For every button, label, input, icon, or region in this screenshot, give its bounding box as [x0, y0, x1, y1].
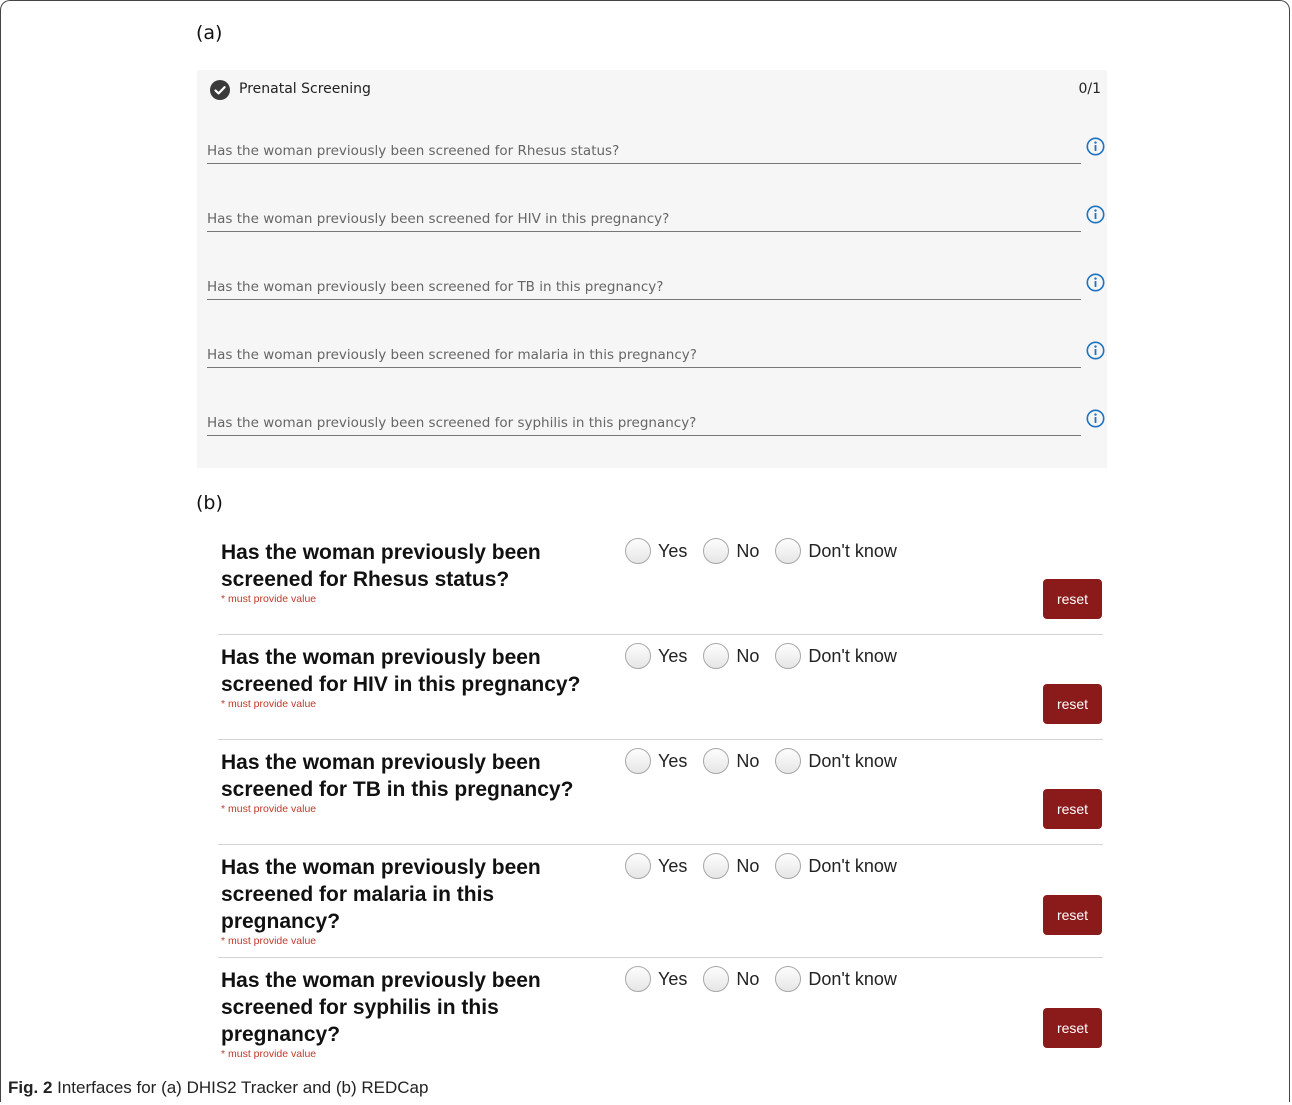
check-circle-icon: [210, 80, 230, 100]
question-label: Has the woman previously been screened f…: [221, 646, 581, 696]
panel-a-label: (a): [196, 22, 223, 44]
dhis-field-hiv[interactable]: Has the woman previously been screened f…: [207, 183, 1081, 232]
figure-caption: Fig. 2 Interfaces for (a) DHIS2 Tracker …: [8, 1078, 428, 1098]
required-note: * must provide value: [221, 1048, 317, 1060]
option-label: Yes: [658, 645, 688, 666]
radio-dont-know[interactable]: [775, 748, 802, 774]
info-icon[interactable]: [1086, 409, 1105, 428]
info-icon[interactable]: [1086, 341, 1105, 360]
option-label: Yes: [658, 540, 688, 561]
radio-dont-know[interactable]: [775, 643, 802, 669]
dhis-field-syphilis[interactable]: Has the woman previously been screened f…: [207, 387, 1081, 436]
redcap-question-row: Has the woman previously been screened f…: [218, 642, 1103, 740]
radio-yes[interactable]: [625, 748, 651, 774]
question-label: Has the woman previously been screened f…: [221, 969, 541, 1046]
question-label: Has the woman previously been screened f…: [221, 541, 541, 591]
option-label: Don't know: [808, 968, 897, 989]
reset-button[interactable]: reset: [1043, 579, 1102, 619]
reset-button[interactable]: reset: [1043, 789, 1102, 829]
required-note: * must provide value: [221, 803, 317, 815]
option-label: Don't know: [808, 645, 897, 666]
option-label: Don't know: [808, 855, 897, 876]
radio-group: Yes No Don't know: [625, 642, 913, 670]
panel-b-label: (b): [196, 492, 223, 514]
question-text: Has the woman previously been screened f…: [221, 967, 581, 1060]
radio-yes[interactable]: [625, 966, 651, 992]
section-title: Prenatal Screening: [239, 81, 371, 97]
radio-dont-know[interactable]: [775, 538, 802, 564]
option-label: Don't know: [808, 540, 897, 561]
required-note: * must provide value: [221, 935, 317, 947]
radio-group: Yes No Don't know: [625, 852, 913, 880]
reset-button[interactable]: reset: [1043, 895, 1102, 935]
radio-no[interactable]: [703, 853, 730, 879]
question-label: Has the woman previously been screened f…: [221, 856, 541, 933]
radio-group: Yes No Don't know: [625, 965, 913, 993]
radio-no[interactable]: [703, 748, 730, 774]
question-label: Has the woman previously been screened f…: [221, 751, 574, 801]
radio-yes[interactable]: [625, 538, 651, 564]
redcap-question-row: Has the woman previously been screened f…: [218, 852, 1103, 958]
caption-text: Interfaces for (a) DHIS2 Tracker and (b)…: [52, 1078, 429, 1097]
question-text: Has the woman previously been screened f…: [221, 854, 581, 947]
question-text: Has the woman previously been screened f…: [221, 644, 581, 710]
field-label: Has the woman previously been screened f…: [207, 211, 670, 227]
reset-button[interactable]: reset: [1043, 1008, 1102, 1048]
figure-number: Fig. 2: [8, 1078, 53, 1097]
option-label: No: [736, 855, 760, 876]
question-text: Has the woman previously been screened f…: [221, 749, 581, 815]
option-label: Yes: [658, 750, 688, 771]
radio-yes[interactable]: [625, 853, 651, 879]
question-text: Has the woman previously been screened f…: [221, 539, 581, 605]
radio-dont-know[interactable]: [775, 853, 802, 879]
section-header[interactable]: Prenatal Screening 0/1: [197, 70, 1107, 110]
redcap-question-row: Has the woman previously been screened f…: [218, 965, 1103, 1067]
redcap-question-row: Has the woman previously been screened f…: [218, 537, 1103, 635]
dhis-field-rhesus[interactable]: Has the woman previously been screened f…: [207, 115, 1081, 164]
info-icon[interactable]: [1086, 205, 1105, 224]
dhis2-form-section: Prenatal Screening 0/1 Has the woman pre…: [197, 70, 1107, 468]
info-icon[interactable]: [1086, 137, 1105, 156]
dhis-field-malaria[interactable]: Has the woman previously been screened f…: [207, 319, 1081, 368]
option-label: No: [736, 968, 760, 989]
field-label: Has the woman previously been screened f…: [207, 347, 697, 363]
radio-group: Yes No Don't know: [625, 747, 913, 775]
required-note: * must provide value: [221, 698, 317, 710]
field-label: Has the woman previously been screened f…: [207, 279, 664, 295]
dhis-field-tb[interactable]: Has the woman previously been screened f…: [207, 251, 1081, 300]
info-icon[interactable]: [1086, 273, 1105, 292]
field-label: Has the woman previously been screened f…: [207, 143, 620, 159]
option-label: Yes: [658, 968, 688, 989]
reset-button[interactable]: reset: [1043, 684, 1102, 724]
radio-no[interactable]: [703, 966, 730, 992]
radio-dont-know[interactable]: [775, 966, 802, 992]
required-note: * must provide value: [221, 593, 317, 605]
section-completion-count: 0/1: [1078, 81, 1101, 97]
option-label: Don't know: [808, 750, 897, 771]
option-label: Yes: [658, 855, 688, 876]
redcap-question-row: Has the woman previously been screened f…: [218, 747, 1103, 845]
radio-no[interactable]: [703, 538, 730, 564]
option-label: No: [736, 645, 760, 666]
radio-group: Yes No Don't know: [625, 537, 913, 565]
option-label: No: [736, 540, 760, 561]
field-label: Has the woman previously been screened f…: [207, 415, 697, 431]
radio-yes[interactable]: [625, 643, 651, 669]
radio-no[interactable]: [703, 643, 730, 669]
option-label: No: [736, 750, 760, 771]
